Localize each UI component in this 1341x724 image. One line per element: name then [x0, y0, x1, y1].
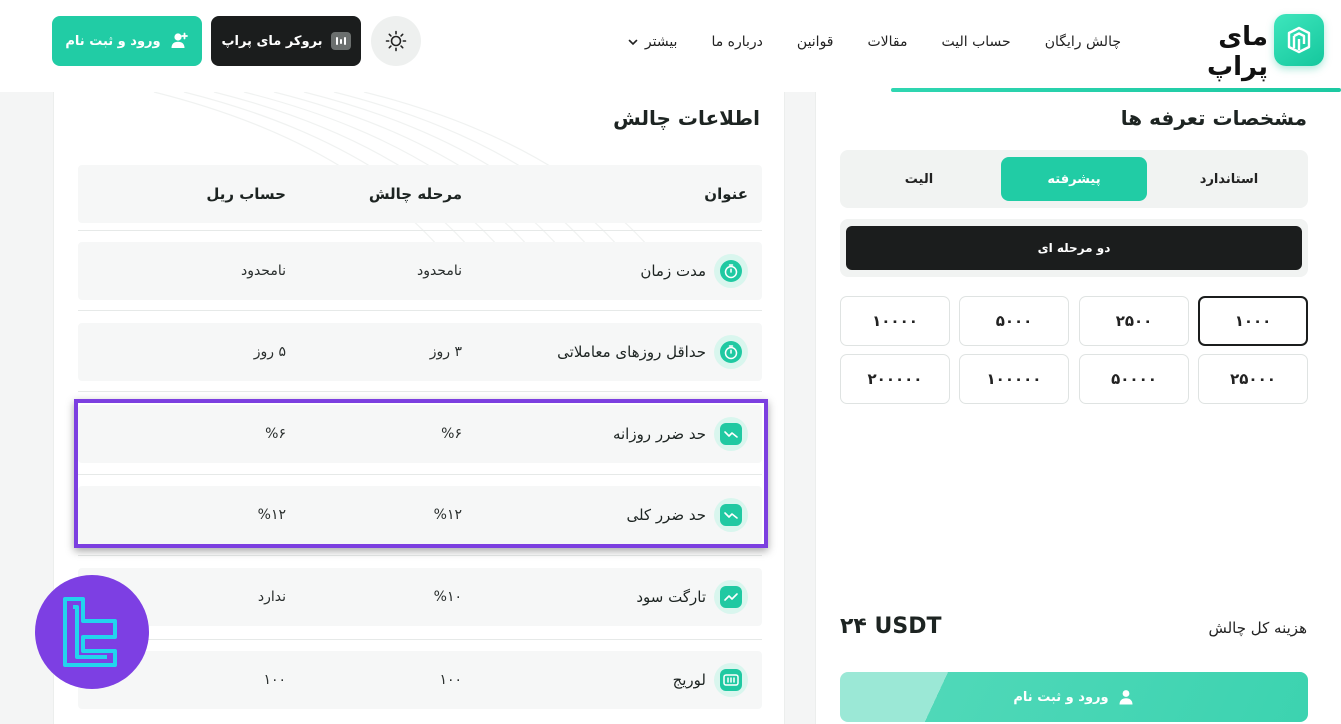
row-title: تارگت سود [636, 568, 748, 626]
amount-option[interactable]: ۲۰۰۰۰۰ [840, 354, 950, 404]
amount-option[interactable]: ۱۰۰۰۰۰ [959, 354, 1069, 404]
row-title: لوریج [673, 651, 748, 709]
column-header-real: حساب ریل [206, 185, 286, 203]
register-buy-button[interactable]: ورود و ثبت نام [840, 672, 1308, 722]
row-title-text: تارگت سود [636, 588, 706, 606]
row-title: حداقل روزهای معاملاتی [557, 323, 748, 381]
top-header: مای پراپ چالش رایگان حساب الیت مقالات قو… [0, 0, 1341, 92]
column-header-stage: مرحله چالش [368, 185, 462, 203]
row-title: مدت زمان [640, 242, 748, 300]
row-stage-value: نامحدود [416, 263, 462, 279]
chevron-down-icon [628, 39, 638, 46]
login-button-label: ورود و ثبت نام [65, 33, 161, 49]
table-row: حداقل روزهای معاملاتی ۳ روز ۵ روز [78, 323, 762, 381]
row-stage-value: ۱۰۰ [439, 672, 462, 688]
phase-selector: دو مرحله ای [840, 219, 1308, 277]
theme-toggle-button[interactable] [371, 16, 421, 66]
plan-specs-title: مشخصات تعرفه ها [1120, 106, 1307, 130]
timer-icon [714, 254, 748, 288]
table-header-row: عنوان مرحله چالش حساب ریل [78, 165, 762, 223]
row-title-text: حداقل روزهای معاملاتی [557, 343, 706, 361]
leverage-icon [714, 663, 748, 697]
nav-more-label: بیشتر [644, 34, 678, 50]
tier-selector: استاندارد پیشرفته الیت [840, 150, 1308, 208]
nav-elite-account[interactable]: حساب الیت [925, 30, 1028, 54]
row-real-value: ندارد [257, 589, 286, 605]
watermark-logo-icon [35, 575, 149, 689]
table-row: لوریج ۱۰۰ ۱۰۰ [78, 651, 762, 709]
total-cost-value: ۲۴ USDT [840, 614, 942, 639]
divider [78, 474, 762, 475]
table-row: مدت زمان نامحدود نامحدود [78, 242, 762, 300]
nav-more[interactable]: بیشتر [610, 30, 695, 54]
broker-button-label: بروکر مای پراپ [221, 33, 323, 49]
amount-option[interactable]: ۲۵۰۰۰ [1198, 354, 1308, 404]
row-title-text: حد ضرر کلی [626, 506, 706, 524]
row-title-text: لوریج [672, 671, 706, 689]
amount-option[interactable]: ۲۵۰۰ [1079, 296, 1189, 346]
register-buy-label: ورود و ثبت نام [1013, 689, 1109, 705]
amount-option[interactable]: ۵۰۰۰۰ [1079, 354, 1189, 404]
challenge-info-title: اطلاعات چالش [613, 106, 760, 130]
chart-down-icon [714, 417, 748, 451]
timer-icon [714, 335, 748, 369]
row-title-text: مدت زمان [640, 262, 706, 280]
tab-advanced[interactable]: پیشرفته [1001, 157, 1147, 201]
row-stage-value: %۱۲ [433, 507, 462, 523]
table-row: تارگت سود %۱۰ ندارد [78, 568, 762, 626]
tab-standard[interactable]: استاندارد [1156, 157, 1302, 201]
amount-option[interactable]: ۱۰۰۰۰ [840, 296, 950, 346]
logo-icon[interactable] [1274, 14, 1324, 66]
nav-free-challenge[interactable]: چالش رایگان [1028, 30, 1138, 54]
row-title: حد ضرر کلی [626, 486, 748, 544]
row-real-value: %۶ [265, 426, 286, 442]
challenge-info-panel: اطلاعات چالش عنوان مرحله چالش حساب ریل م… [53, 92, 785, 724]
divider [78, 310, 762, 311]
tab-elite[interactable]: الیت [846, 157, 992, 201]
row-title-text: حد ضرر روزانه [612, 425, 706, 443]
two-phase-button[interactable]: دو مرحله ای [846, 226, 1302, 270]
chart-down-icon [714, 498, 748, 532]
main-nav: چالش رایگان حساب الیت مقالات قوانین دربا… [610, 30, 1138, 54]
nav-about[interactable]: درباره ما [694, 30, 779, 54]
table-row: حد ضرر کلی %۱۲ %۱۲ [78, 486, 762, 544]
logo-text[interactable]: مای پراپ [1158, 22, 1268, 82]
column-header-title: عنوان [704, 185, 748, 203]
row-stage-value: ۳ روز [429, 344, 462, 360]
row-real-value: %۱۲ [257, 507, 286, 523]
plan-specs-panel: مشخصات تعرفه ها استاندارد پیشرفته الیت د… [815, 92, 1341, 724]
broker-button[interactable]: بروکر مای پراپ [211, 16, 361, 66]
nav-rules[interactable]: قوانین [780, 30, 851, 54]
chart-up-icon [714, 580, 748, 614]
broker-icon [330, 32, 351, 50]
sun-icon [385, 30, 407, 52]
divider [78, 391, 762, 392]
divider [78, 230, 762, 231]
login-register-button[interactable]: ورود و ثبت نام [52, 16, 202, 66]
table-row: حد ضرر روزانه %۶ %۶ [78, 405, 762, 463]
row-stage-value: %۶ [441, 426, 462, 442]
add-user-icon [171, 32, 188, 48]
row-title: حد ضرر روزانه [613, 405, 748, 463]
total-cost-label: هزینه کل چالش [1208, 619, 1307, 637]
row-real-value: ۵ روز [253, 344, 286, 360]
row-stage-value: %۱۰ [433, 589, 462, 605]
amount-option[interactable]: ۵۰۰۰ [959, 296, 1069, 346]
divider [78, 555, 762, 556]
row-real-value: نامحدود [240, 263, 286, 279]
nav-articles[interactable]: مقالات [851, 30, 925, 54]
row-real-value: ۱۰۰ [263, 672, 286, 688]
amount-option[interactable]: ۱۰۰۰ [1198, 296, 1308, 346]
user-icon [1119, 690, 1133, 705]
divider [78, 639, 762, 640]
